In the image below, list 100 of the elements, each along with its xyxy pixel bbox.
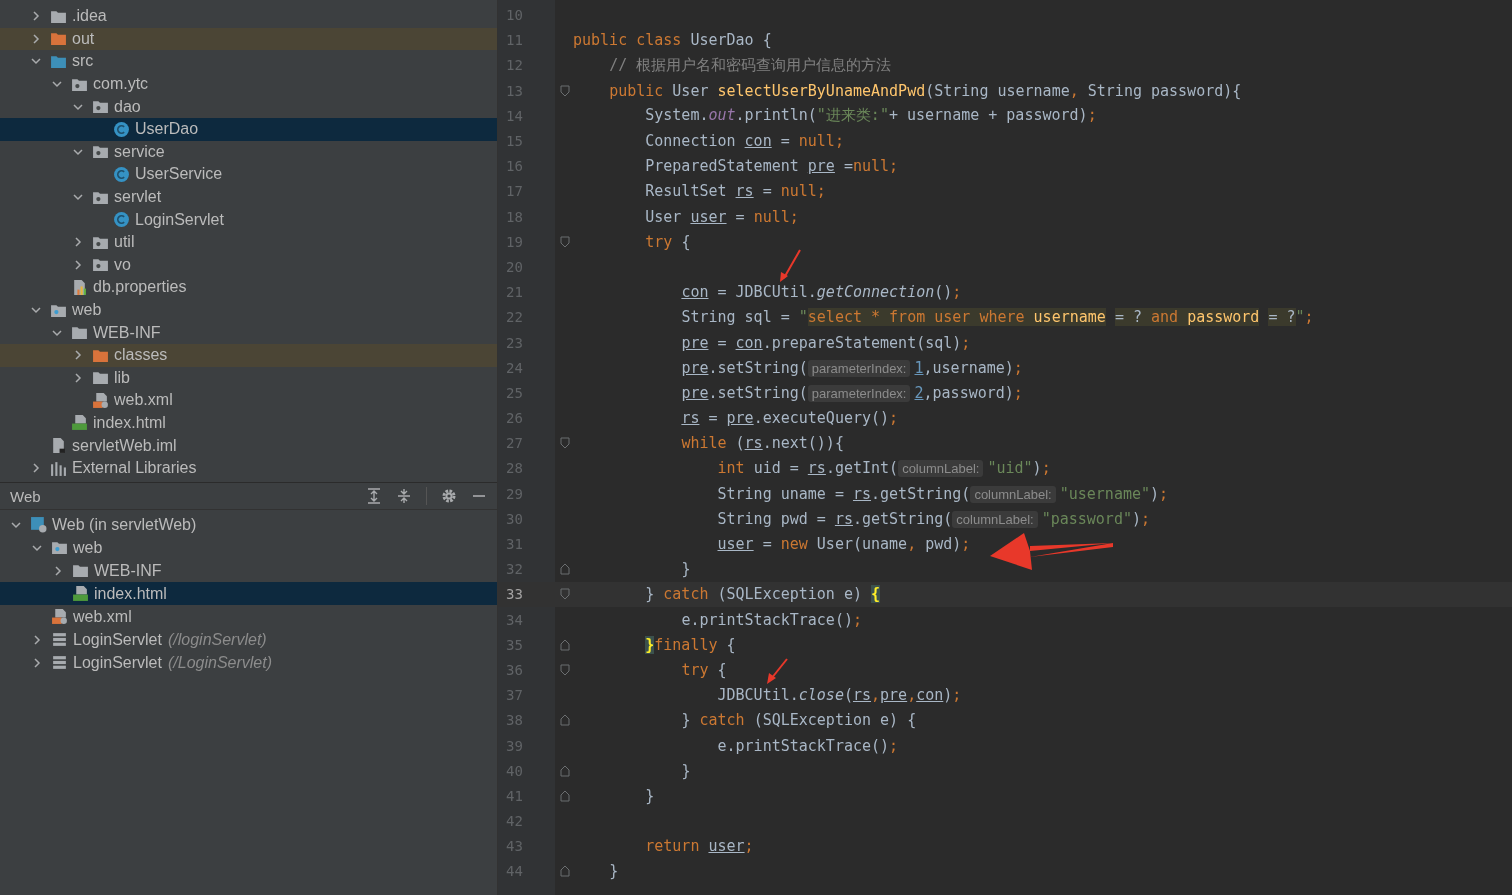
chevron-right-icon[interactable] <box>52 564 64 577</box>
code-line: // 根据用户名和密码查询用户信息的方法 <box>608 55 892 75</box>
code-line: try { <box>680 660 727 679</box>
chevron-right-icon[interactable] <box>72 349 84 362</box>
fold-end-icon[interactable] <box>560 865 570 878</box>
fold-start-icon[interactable] <box>560 663 570 676</box>
tree-item[interactable]: UserDao <box>0 117 497 141</box>
code-line: System.out.println("进来类:"+ username + password); <box>644 106 1097 126</box>
chevron-right-icon[interactable] <box>30 462 42 475</box>
tree-item[interactable]: util <box>0 230 497 254</box>
tree-item[interactable]: service <box>0 140 497 164</box>
fold-start-icon[interactable] <box>560 235 570 248</box>
code-line: String uname = rs.getString( columnLabel: "username"); <box>716 484 1169 503</box>
html-file-icon <box>71 414 88 432</box>
code-line: e.printStackTrace(); <box>680 610 862 629</box>
expand-all-icon[interactable] <box>366 488 382 504</box>
tree-item[interactable]: web.xml <box>0 389 497 412</box>
tree-item[interactable]: External Libraries <box>0 456 497 480</box>
servlet-icon <box>51 631 68 648</box>
code-line: try { <box>644 232 691 251</box>
chevron-right-icon[interactable] <box>31 656 43 669</box>
fold-end-icon[interactable] <box>560 563 570 576</box>
tree-item[interactable]: src <box>0 50 497 73</box>
xml-file-icon <box>92 391 109 409</box>
code-line: } <box>680 560 691 579</box>
tree-item[interactable]: web <box>0 536 497 559</box>
tree-item[interactable]: out <box>0 27 497 51</box>
code-line: int uid = rs.getInt( columnLabel: "uid"); <box>716 459 1051 478</box>
properties-file-icon <box>71 278 88 296</box>
code-line: pre.setString( parameterIndex: 2,password); <box>680 383 1023 402</box>
folder-icon <box>50 53 67 70</box>
tree-item[interactable]: servletWeb.iml <box>0 434 497 457</box>
module-file-icon <box>50 437 67 455</box>
class-icon <box>113 211 130 229</box>
tree-item[interactable]: dao <box>0 95 497 118</box>
code-line: user = new User(uname, pwd); <box>716 535 971 554</box>
tree-item[interactable]: LoginServlet (/LoginServlet) <box>0 651 497 674</box>
tree-item[interactable]: db.properties <box>0 276 497 299</box>
chevron-right-icon[interactable] <box>72 371 84 384</box>
class-icon <box>113 120 130 138</box>
web-folder-icon <box>51 539 68 556</box>
fold-end-icon[interactable] <box>560 764 570 777</box>
chevron-right-icon[interactable] <box>72 258 84 271</box>
tree-item[interactable]: vo <box>0 253 497 277</box>
tree-item[interactable]: index.html <box>0 582 497 605</box>
tree-item[interactable]: web <box>0 298 497 322</box>
package-folder-icon <box>92 256 109 274</box>
code-line: return user; <box>644 837 754 856</box>
tree-item[interactable]: lib <box>0 366 497 390</box>
folder-icon <box>50 30 67 48</box>
fold-end-icon[interactable] <box>560 638 570 651</box>
code-line: } catch (SQLException e) { <box>680 711 917 730</box>
class-icon <box>113 165 130 183</box>
code-line: e.printStackTrace(); <box>716 736 899 755</box>
code-line: PreparedStatement pre =null; <box>644 157 899 176</box>
code-line: pre = con.prepareStatement(sql); <box>680 333 971 352</box>
libraries-icon <box>50 459 67 477</box>
xml-file-icon <box>51 608 68 625</box>
tree-item[interactable]: .idea <box>0 5 497 28</box>
code-line: ResultSet rs = null; <box>644 182 826 201</box>
annotation-arrow <box>780 249 801 282</box>
tree-item[interactable]: classes <box>0 343 497 367</box>
folder-icon <box>71 324 88 342</box>
code-line: }finally { <box>644 635 736 654</box>
html-file-icon <box>72 585 89 602</box>
code-line: } <box>680 761 691 780</box>
tree-item[interactable]: WEB-INF <box>0 321 497 344</box>
tree-item[interactable]: servlet <box>0 185 497 209</box>
tree-item[interactable]: Web (in servletWeb) <box>0 513 497 536</box>
code-line: String sql = "select * from user where username = ? and password = ?"; <box>680 308 1314 327</box>
tree-item[interactable]: web.xml <box>0 605 497 628</box>
settings-icon[interactable] <box>441 488 457 504</box>
chevron-right-icon[interactable] <box>30 10 42 23</box>
collapse-all-icon[interactable] <box>396 488 412 504</box>
panel-title: Web <box>10 487 41 505</box>
web-module-icon <box>30 516 47 533</box>
chevron-right-icon[interactable] <box>72 236 84 249</box>
fold-start-icon[interactable] <box>560 588 570 601</box>
code-line: } catch (SQLException e) { <box>644 585 881 604</box>
chevron-right-icon[interactable] <box>31 633 43 646</box>
fold-start-icon[interactable] <box>560 84 570 97</box>
tree-item[interactable]: index.html <box>0 411 497 435</box>
chevron-right-icon[interactable] <box>30 32 42 45</box>
code-line: User user = null; <box>644 207 799 226</box>
fold-start-icon[interactable] <box>560 437 570 450</box>
code-line: public User selectUserByUnameAndPwd(String username, String password){ <box>608 81 1242 100</box>
package-folder-icon <box>92 143 109 161</box>
code-line: pre.setString( parameterIndex: 1,username); <box>680 358 1023 377</box>
tree-item[interactable]: com.ytc <box>0 72 497 96</box>
fold-end-icon[interactable] <box>560 714 570 727</box>
servlet-icon <box>51 654 68 671</box>
chevron-down-icon[interactable] <box>30 304 42 316</box>
tree-item[interactable]: WEB-INF <box>0 559 497 582</box>
code-line: while (rs.next()){ <box>680 434 844 453</box>
code-line: Connection con = null; <box>644 132 844 151</box>
fold-end-icon[interactable] <box>560 789 570 802</box>
package-folder-icon <box>92 98 109 116</box>
tree-item[interactable]: LoginServlet (/loginServlet) <box>0 628 497 651</box>
tree-item[interactable]: UserService <box>0 163 497 186</box>
tree-item[interactable]: LoginServlet <box>0 208 497 231</box>
